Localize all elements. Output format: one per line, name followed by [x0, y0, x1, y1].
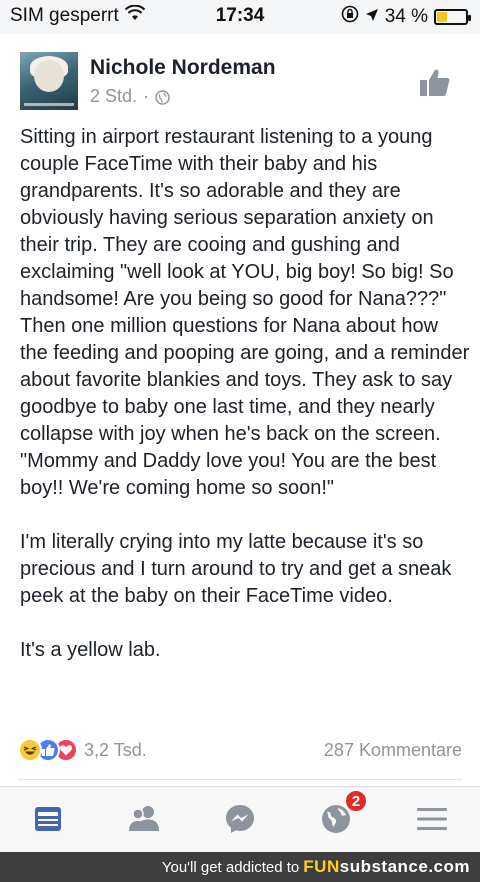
status-right: 34 % [341, 5, 471, 29]
menu-icon [416, 805, 448, 838]
tab-bar: 2 [0, 786, 480, 852]
reactions-bar[interactable]: 3,2 Tsd. 287 Kommentare [18, 736, 462, 764]
post-body: Sitting in airport restaurant listening … [20, 124, 470, 664]
comments-count[interactable]: 287 Kommentare [324, 740, 462, 761]
tab-notifications[interactable]: 2 [316, 789, 368, 841]
divider [18, 779, 462, 780]
tab-menu[interactable] [412, 801, 452, 841]
post-paragraph: Sitting in airport restaurant listening … [20, 126, 470, 499]
status-bar: SIM gesperrt 17:34 34 % [0, 0, 480, 34]
battery-icon [434, 9, 471, 25]
avatar[interactable] [20, 52, 78, 110]
rotation-lock-icon [341, 5, 359, 29]
globe-icon [155, 89, 170, 105]
post-header: Nichole Nordeman 2 Std. · [20, 52, 460, 118]
like-page-button[interactable] [418, 66, 452, 100]
news-feed-icon [33, 804, 63, 839]
post-paragraph: I'm literally crying into my latte becau… [20, 531, 452, 607]
friends-icon [127, 804, 161, 839]
location-arrow-icon [365, 6, 379, 28]
messenger-icon [224, 803, 256, 840]
reactions-count[interactable]: 3,2 Tsd. [84, 740, 147, 761]
haha-icon [18, 738, 42, 762]
battery-fill [437, 12, 447, 22]
watermark-logo-rest: substance.com [339, 857, 470, 876]
meta-separator: · [143, 86, 150, 106]
battery-percent: 34 % [384, 6, 428, 27]
post-meta: 2 Std. · [90, 86, 170, 107]
notifications-badge: 2 [344, 789, 368, 813]
watermark-text: You'll get addicted to [161, 858, 300, 876]
watermark: You'll get addicted to FUNsubstance.com [0, 852, 480, 882]
timestamp[interactable]: 2 Std. [90, 86, 137, 107]
tab-friends[interactable] [124, 801, 164, 841]
author-name[interactable]: Nichole Nordeman [90, 56, 276, 80]
watermark-logo-fun: FUN [303, 857, 340, 876]
tab-news-feed[interactable] [28, 801, 68, 841]
post-paragraph: It's a yellow lab. [20, 639, 161, 661]
tab-messenger[interactable] [220, 801, 260, 841]
watermark-logo: FUNsubstance.com [303, 857, 470, 877]
